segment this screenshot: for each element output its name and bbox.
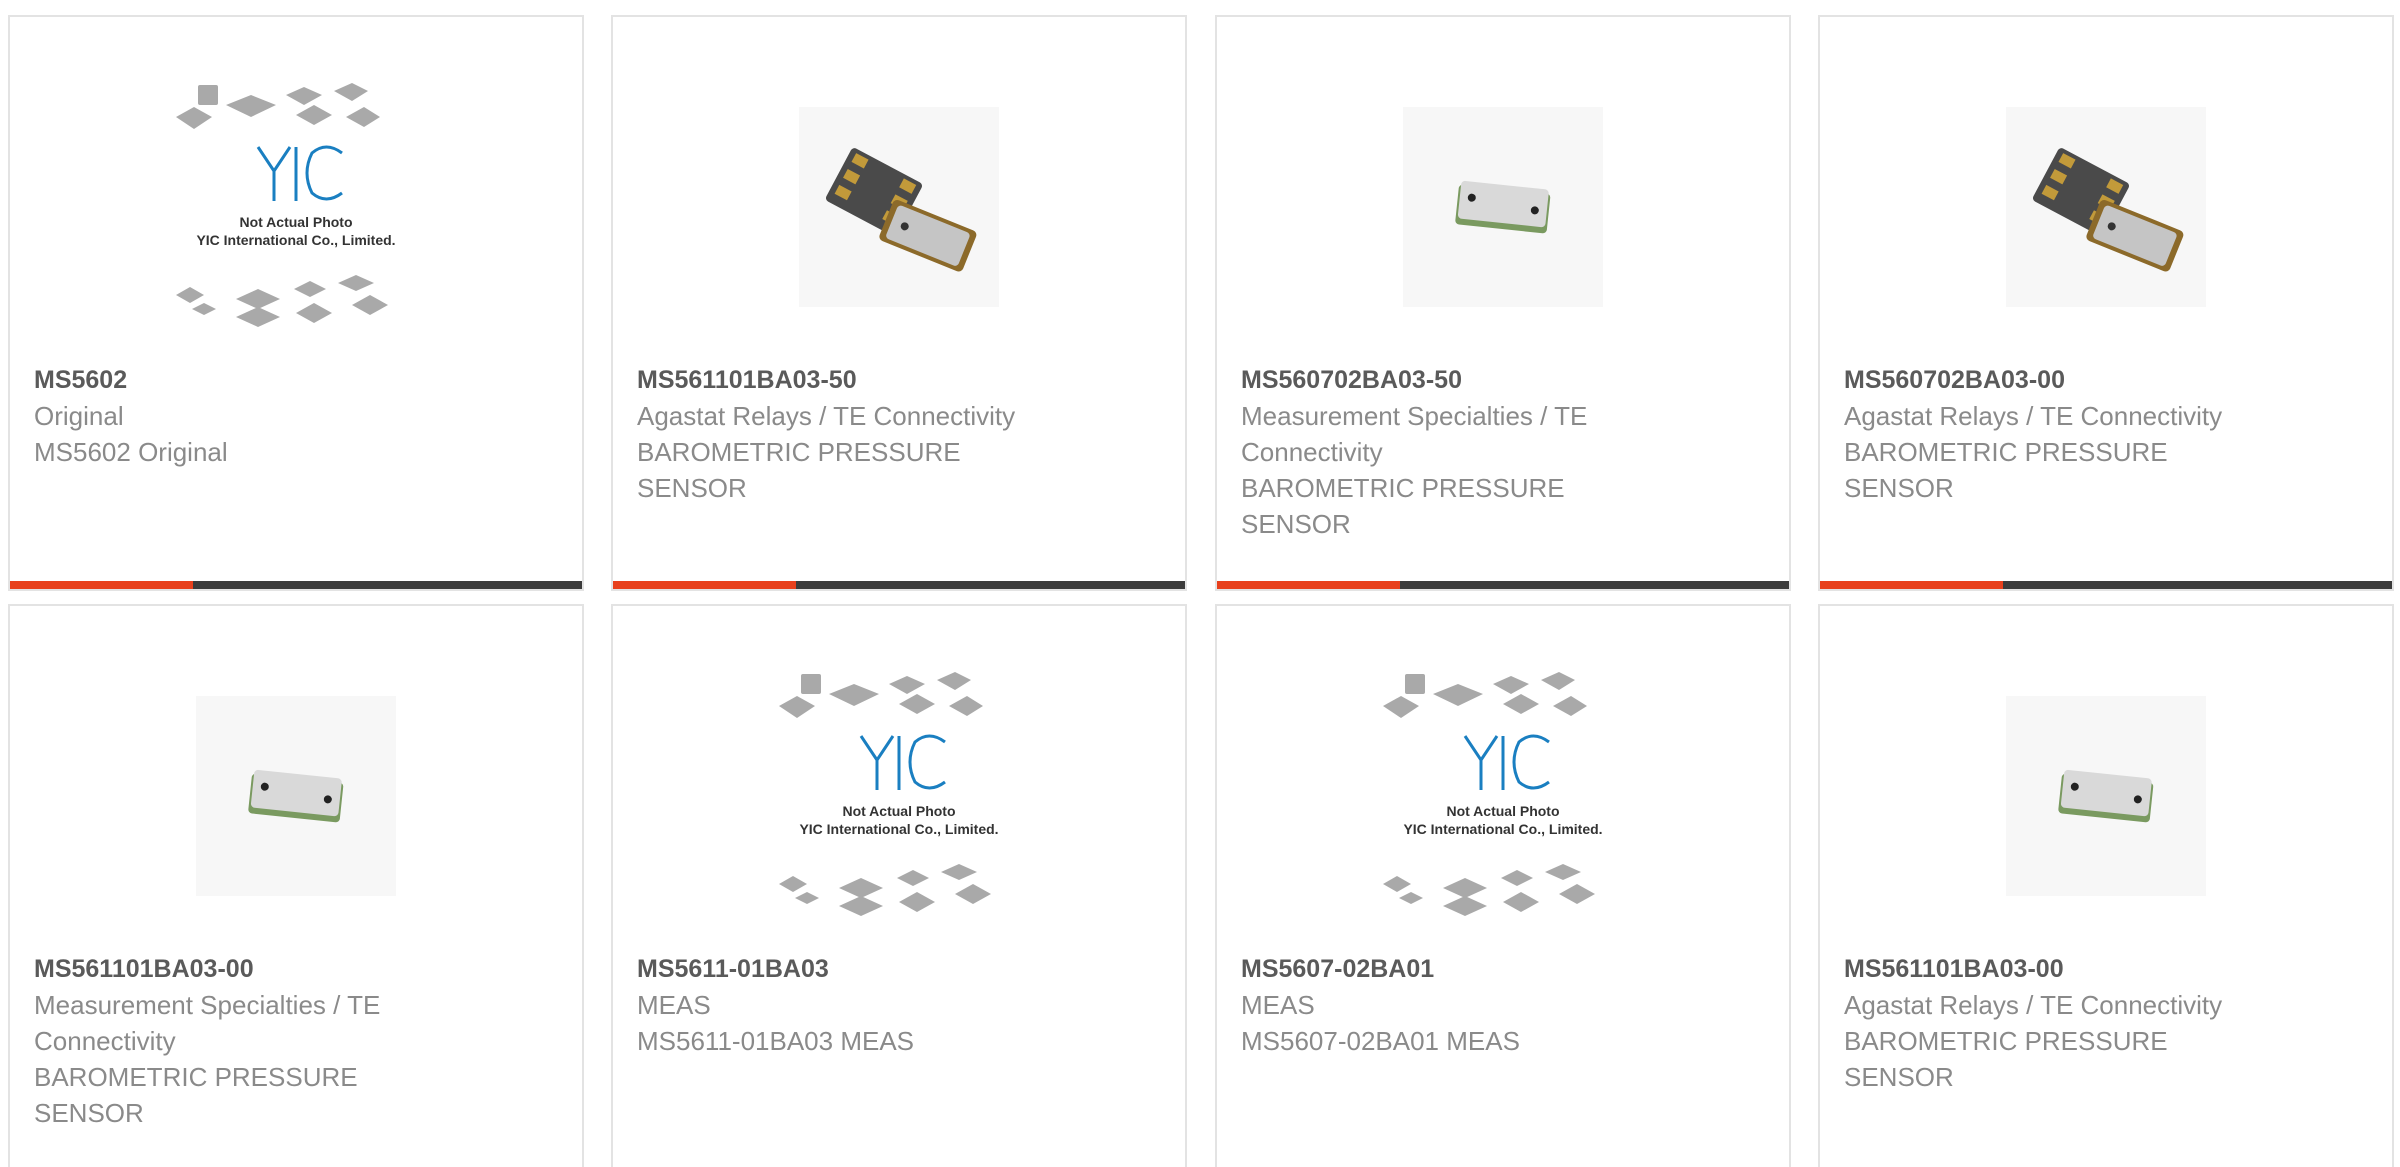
product-grid: Not Actual Photo YIC International Co., … xyxy=(0,0,2400,1167)
product-card[interactable]: MS561101BA03-00 Agastat Relays / TE Conn… xyxy=(1818,604,2394,1167)
manufacturer: Agastat Relays / TE Connectivity xyxy=(1844,401,2223,431)
description: BAROMETRIC PRESSURE xyxy=(1844,1026,2168,1056)
part-number[interactable]: MS5611-01BA03 xyxy=(637,951,1161,987)
sensor-photo xyxy=(1455,180,1551,234)
placeholder-caption-2: YIC International Co., Limited. xyxy=(196,232,395,248)
manufacturer: Original xyxy=(34,401,124,431)
part-number[interactable]: MS5602 xyxy=(34,362,558,398)
card-accent xyxy=(10,581,193,589)
description-cont: SENSOR xyxy=(1241,509,1351,539)
card-bottom-bar xyxy=(613,581,1185,589)
manufacturer: Measurement Specialties / TE xyxy=(1241,401,1588,431)
manufacturer-cont: Connectivity xyxy=(34,1026,176,1056)
product-card[interactable]: MS560702BA03-50 Measurement Specialties … xyxy=(1215,15,1791,591)
part-number[interactable]: MS5607-02BA01 xyxy=(1241,951,1765,987)
placeholder-image: Not Actual Photo YIC International Co., … xyxy=(176,83,396,327)
product-photo xyxy=(2006,107,2206,307)
description: BAROMETRIC PRESSURE xyxy=(1844,437,2168,467)
sensor-photo xyxy=(248,769,344,823)
product-image: Not Actual Photo YIC International Co., … xyxy=(10,57,582,357)
description: MS5607-02BA01 MEAS xyxy=(1241,1026,1520,1056)
product-card[interactable]: MS561101BA03-00 Measurement Specialties … xyxy=(8,604,584,1167)
product-card[interactable]: MS561101BA03-50 Agastat Relays / TE Conn… xyxy=(611,15,1187,591)
product-card[interactable]: MS560702BA03-00 Agastat Relays / TE Conn… xyxy=(1818,15,2394,591)
part-number[interactable]: MS560702BA03-00 xyxy=(1844,362,2368,398)
placeholder-caption-2: YIC International Co., Limited. xyxy=(799,821,998,837)
product-image xyxy=(613,57,1185,357)
product-image xyxy=(1217,57,1789,357)
card-accent xyxy=(1217,581,1400,589)
part-number[interactable]: MS561101BA03-00 xyxy=(34,951,558,987)
placeholder-caption-1: Not Actual Photo xyxy=(239,214,352,230)
manufacturer-cont: Connectivity xyxy=(1241,437,1383,467)
placeholder-image: Not Actual Photo YIC International Co., … xyxy=(779,672,999,916)
product-image xyxy=(1820,646,2392,946)
card-bottom-bar xyxy=(10,581,582,589)
product-card[interactable]: Not Actual Photo YIC International Co., … xyxy=(8,15,584,591)
manufacturer: MEAS xyxy=(1241,990,1315,1020)
card-bottom-bar xyxy=(1820,581,2392,589)
product-image xyxy=(1820,57,2392,357)
chip-photo xyxy=(2033,148,2184,272)
manufacturer: Measurement Specialties / TE xyxy=(34,990,381,1020)
product-photo xyxy=(1403,107,1603,307)
description-cont: SENSOR xyxy=(1844,1062,1954,1092)
card-accent xyxy=(1820,581,2003,589)
placeholder-caption-1: Not Actual Photo xyxy=(1446,803,1559,819)
product-image xyxy=(10,646,582,946)
description-cont: SENSOR xyxy=(637,473,747,503)
product-image: Not Actual Photo YIC International Co., … xyxy=(1217,646,1789,946)
description: MS5611-01BA03 MEAS xyxy=(637,1026,914,1056)
description: BAROMETRIC PRESSURE xyxy=(34,1062,358,1092)
product-photo xyxy=(799,107,999,307)
manufacturer: Agastat Relays / TE Connectivity xyxy=(1844,990,2223,1020)
part-number[interactable]: MS561101BA03-50 xyxy=(637,362,1161,398)
manufacturer: Agastat Relays / TE Connectivity xyxy=(637,401,1016,431)
product-card[interactable]: Not Actual Photo YIC International Co., … xyxy=(1215,604,1791,1167)
placeholder-caption-2: YIC International Co., Limited. xyxy=(1403,821,1602,837)
card-bottom-bar xyxy=(1217,581,1789,589)
part-number[interactable]: MS560702BA03-50 xyxy=(1241,362,1765,398)
description: BAROMETRIC PRESSURE xyxy=(637,437,961,467)
product-card[interactable]: Not Actual Photo YIC International Co., … xyxy=(611,604,1187,1167)
chip-photo xyxy=(826,148,977,272)
description-cont: SENSOR xyxy=(34,1098,144,1128)
product-image: Not Actual Photo YIC International Co., … xyxy=(613,646,1185,946)
placeholder-caption-1: Not Actual Photo xyxy=(842,803,955,819)
part-number[interactable]: MS561101BA03-00 xyxy=(1844,951,2368,987)
product-photo xyxy=(196,696,396,896)
manufacturer: MEAS xyxy=(637,990,711,1020)
description-cont: SENSOR xyxy=(1844,473,1954,503)
sensor-photo xyxy=(2058,769,2154,823)
description: BAROMETRIC PRESSURE xyxy=(1241,473,1565,503)
placeholder-image: Not Actual Photo YIC International Co., … xyxy=(1383,672,1603,916)
product-photo xyxy=(2006,696,2206,896)
card-accent xyxy=(613,581,796,589)
description: MS5602 Original xyxy=(34,437,228,467)
